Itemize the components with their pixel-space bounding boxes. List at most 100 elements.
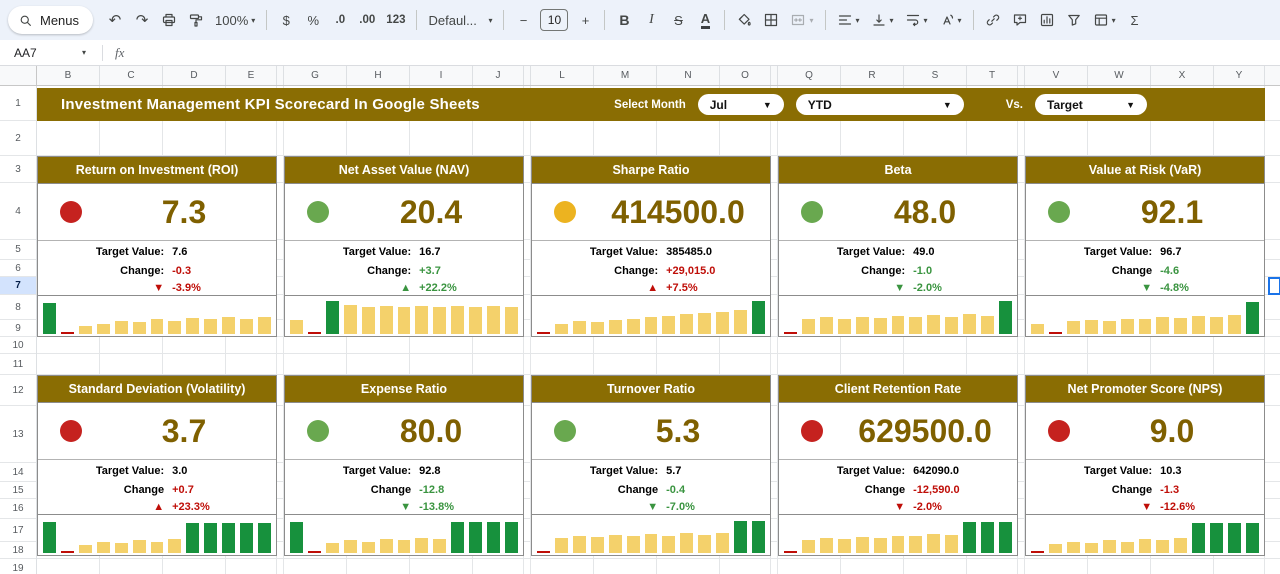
paint-format-button[interactable] — [183, 7, 209, 33]
borders-button[interactable] — [758, 7, 784, 33]
column-header[interactable]: O — [720, 66, 771, 85]
column-header[interactable]: C — [100, 66, 163, 85]
column-header[interactable]: S — [904, 66, 967, 85]
column-header[interactable]: E — [226, 66, 277, 85]
horizontal-align-button[interactable]: ▾ — [832, 7, 865, 33]
sparkline-bar — [1102, 320, 1116, 334]
zoom-value: 100% — [215, 12, 249, 28]
column-header[interactable]: I — [410, 66, 473, 85]
column-header[interactable]: V — [1025, 66, 1088, 85]
column-header[interactable]: X — [1151, 66, 1214, 85]
row-header[interactable]: 17 — [0, 519, 36, 542]
increase-decimal-button[interactable]: .00 — [354, 7, 380, 33]
sparkline-bar — [290, 320, 303, 334]
insert-link-button[interactable] — [980, 7, 1006, 33]
insert-chart-button[interactable] — [1034, 7, 1060, 33]
row-header[interactable]: 18 — [0, 542, 36, 559]
row-header[interactable]: 11 — [0, 354, 36, 375]
column-header[interactable]: Q — [778, 66, 841, 85]
decrease-font-size-button[interactable]: − — [510, 7, 536, 33]
row-header[interactable]: 19 — [0, 559, 36, 574]
column-header[interactable]: M — [594, 66, 657, 85]
zoom-dropdown[interactable]: 100% ▾ — [210, 7, 260, 33]
trend-row: ▼ -13.8% — [285, 498, 523, 515]
sparkline-bar — [784, 331, 797, 334]
select-all-corner[interactable] — [0, 66, 37, 86]
decrease-decimal-button[interactable]: .0 — [327, 7, 353, 33]
column-header[interactable]: N — [657, 66, 720, 85]
row-header[interactable]: 4 — [0, 183, 36, 240]
kpi-details: Target Value: 10.3 Change -1.3 ▼ -12.6% — [1026, 459, 1264, 515]
row-header[interactable]: 7 — [0, 277, 36, 295]
text-wrapping-button[interactable]: ▾ — [900, 7, 933, 33]
print-button[interactable] — [156, 7, 182, 33]
kpi-card-header: Return on Investment (ROI) — [38, 157, 276, 184]
column-header[interactable] — [524, 66, 531, 85]
vertical-align-button[interactable]: ▾ — [866, 7, 899, 33]
dropdown-caret-icon: ▼ — [762, 99, 772, 110]
row-header[interactable]: 5 — [0, 240, 36, 260]
row-header[interactable]: 2 — [0, 121, 36, 156]
functions-button[interactable]: Σ — [1122, 7, 1148, 33]
font-size-input[interactable]: 10 — [540, 9, 569, 31]
insert-comment-button[interactable] — [1007, 7, 1033, 33]
column-header[interactable] — [771, 66, 778, 85]
redo-button[interactable]: ↷ — [129, 7, 155, 33]
column-header[interactable]: R — [841, 66, 904, 85]
row-header[interactable]: 15 — [0, 482, 36, 499]
column-header[interactable]: L — [531, 66, 594, 85]
merge-cells-button[interactable]: ▾ — [785, 7, 818, 33]
table-views-button[interactable]: ▾ — [1088, 7, 1121, 33]
column-header[interactable] — [1018, 66, 1025, 85]
chart-icon — [1040, 13, 1053, 27]
undo-button[interactable]: ↶ — [102, 7, 128, 33]
create-filter-button[interactable] — [1061, 7, 1087, 33]
row-header[interactable]: 13 — [0, 406, 36, 463]
row-header[interactable]: 9 — [0, 320, 36, 337]
column-header[interactable]: B — [37, 66, 100, 85]
format-percent-button[interactable]: % — [300, 7, 326, 33]
column-header[interactable]: H — [347, 66, 410, 85]
bold-button[interactable]: B — [611, 7, 637, 33]
compare-dropdown[interactable]: Target ▼ — [1035, 94, 1147, 115]
row-header[interactable]: 6 — [0, 260, 36, 277]
change-label: Change — [864, 483, 906, 496]
text-rotation-button[interactable]: ▾ — [934, 7, 967, 33]
column-header[interactable]: Y — [1214, 66, 1265, 85]
increase-font-size-button[interactable]: + — [572, 7, 598, 33]
row-header[interactable]: 8 — [0, 295, 36, 320]
menus-button[interactable]: Menus — [8, 6, 94, 34]
period-dropdown[interactable]: YTD ▼ — [795, 94, 964, 115]
row-header[interactable]: 16 — [0, 499, 36, 519]
change-label: Change: — [367, 264, 412, 277]
column-header[interactable]: G — [284, 66, 347, 85]
more-formats-button[interactable]: 123 — [381, 7, 410, 33]
strikethrough-button[interactable]: S — [665, 7, 691, 33]
row-header[interactable]: 12 — [0, 375, 36, 406]
row-header[interactable]: 1 — [0, 86, 36, 121]
filter-icon — [1067, 14, 1080, 26]
italic-button[interactable]: I — [638, 7, 664, 33]
fill-color-button[interactable] — [731, 7, 757, 33]
column-header[interactable]: W — [1088, 66, 1151, 85]
font-dropdown[interactable]: Defaul... ▾ — [423, 7, 497, 33]
sparkline-chart — [532, 515, 770, 555]
format-currency-button[interactable]: $ — [273, 7, 299, 33]
name-box[interactable]: AA7 ▾ — [14, 46, 86, 60]
column-header[interactable]: J — [473, 66, 524, 85]
text-color-button[interactable]: A — [692, 7, 718, 33]
column-header[interactable] — [277, 66, 284, 85]
banner-controls: Select Month Jul ▼ YTD ▼ Vs. Target ▼ — [614, 94, 1147, 115]
month-dropdown[interactable]: Jul ▼ — [697, 94, 784, 115]
row-header[interactable]: 10 — [0, 337, 36, 354]
sparkline-bar — [290, 521, 303, 553]
column-header[interactable]: T — [967, 66, 1018, 85]
row-header[interactable]: 3 — [0, 156, 36, 183]
sparkline-bar — [927, 315, 941, 334]
sparkline-bar — [1066, 321, 1080, 334]
row-header[interactable]: 14 — [0, 463, 36, 482]
sparkline-bar — [999, 522, 1012, 553]
column-header[interactable]: D — [163, 66, 226, 85]
sparkline-bar — [1031, 550, 1044, 553]
change-label: Change — [123, 483, 165, 496]
